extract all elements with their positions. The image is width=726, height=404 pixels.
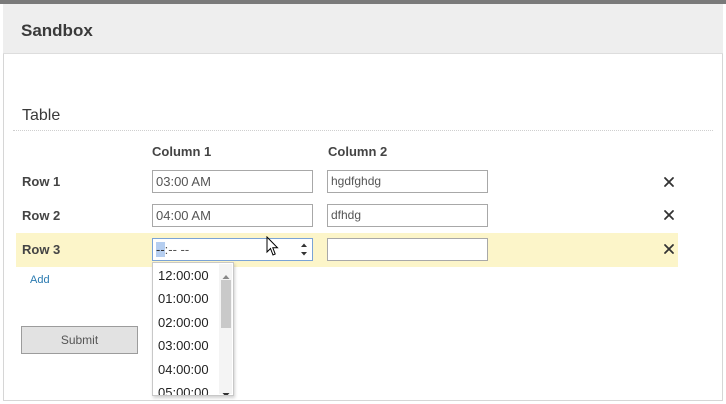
- scroll-up-arrow-icon[interactable]: [222, 267, 230, 279]
- remove-row-button[interactable]: [663, 176, 675, 188]
- spinner-arrows-icon[interactable]: [299, 241, 309, 258]
- dropdown-scrollbar[interactable]: [219, 264, 232, 395]
- close-icon: [664, 244, 674, 254]
- page-title: Sandbox: [21, 21, 93, 40]
- close-icon: [664, 210, 674, 220]
- time-input[interactable]: --:-- --: [152, 238, 313, 261]
- time-remainder: :-- --: [164, 242, 190, 257]
- dropdown-option[interactable]: 04:00:00: [158, 362, 209, 377]
- scroll-down-arrow-icon[interactable]: [222, 385, 230, 395]
- time-dropdown[interactable]: 12:00:00 01:00:00 02:00:00 03:00:00 04:0…: [152, 262, 234, 396]
- row-label: Row 1: [22, 174, 61, 189]
- dropdown-option[interactable]: 12:00:00: [158, 268, 209, 283]
- submit-button[interactable]: Submit: [21, 326, 138, 354]
- column-header-1: Column 1: [152, 144, 212, 159]
- time-input[interactable]: 04:00 AM: [152, 204, 313, 227]
- dropdown-option[interactable]: 02:00:00: [158, 315, 209, 330]
- dropdown-option[interactable]: 05:00:00: [158, 385, 209, 395]
- text-input[interactable]: dfhdg: [327, 204, 488, 227]
- panel-header: Sandbox: [3, 4, 723, 54]
- row-label: Row 2: [22, 208, 61, 223]
- add-row-link[interactable]: Add: [30, 274, 50, 286]
- text-input[interactable]: [327, 238, 488, 261]
- time-input[interactable]: 03:00 AM: [152, 170, 313, 193]
- mouse-cursor-icon: [266, 235, 280, 258]
- dropdown-option[interactable]: 03:00:00: [158, 338, 209, 353]
- section-title: Table: [22, 107, 61, 124]
- section-divider: [13, 130, 713, 131]
- row-label: Row 3: [22, 242, 61, 257]
- remove-row-button[interactable]: [663, 243, 675, 255]
- scrollbar-thumb[interactable]: [221, 280, 231, 328]
- column-header-2: Column 2: [328, 144, 388, 159]
- close-icon: [664, 177, 674, 187]
- dropdown-option[interactable]: 01:00:00: [158, 291, 209, 306]
- remove-row-button[interactable]: [663, 209, 675, 221]
- text-input[interactable]: hgdfghdg: [327, 170, 488, 193]
- hour-segment[interactable]: --: [156, 242, 165, 257]
